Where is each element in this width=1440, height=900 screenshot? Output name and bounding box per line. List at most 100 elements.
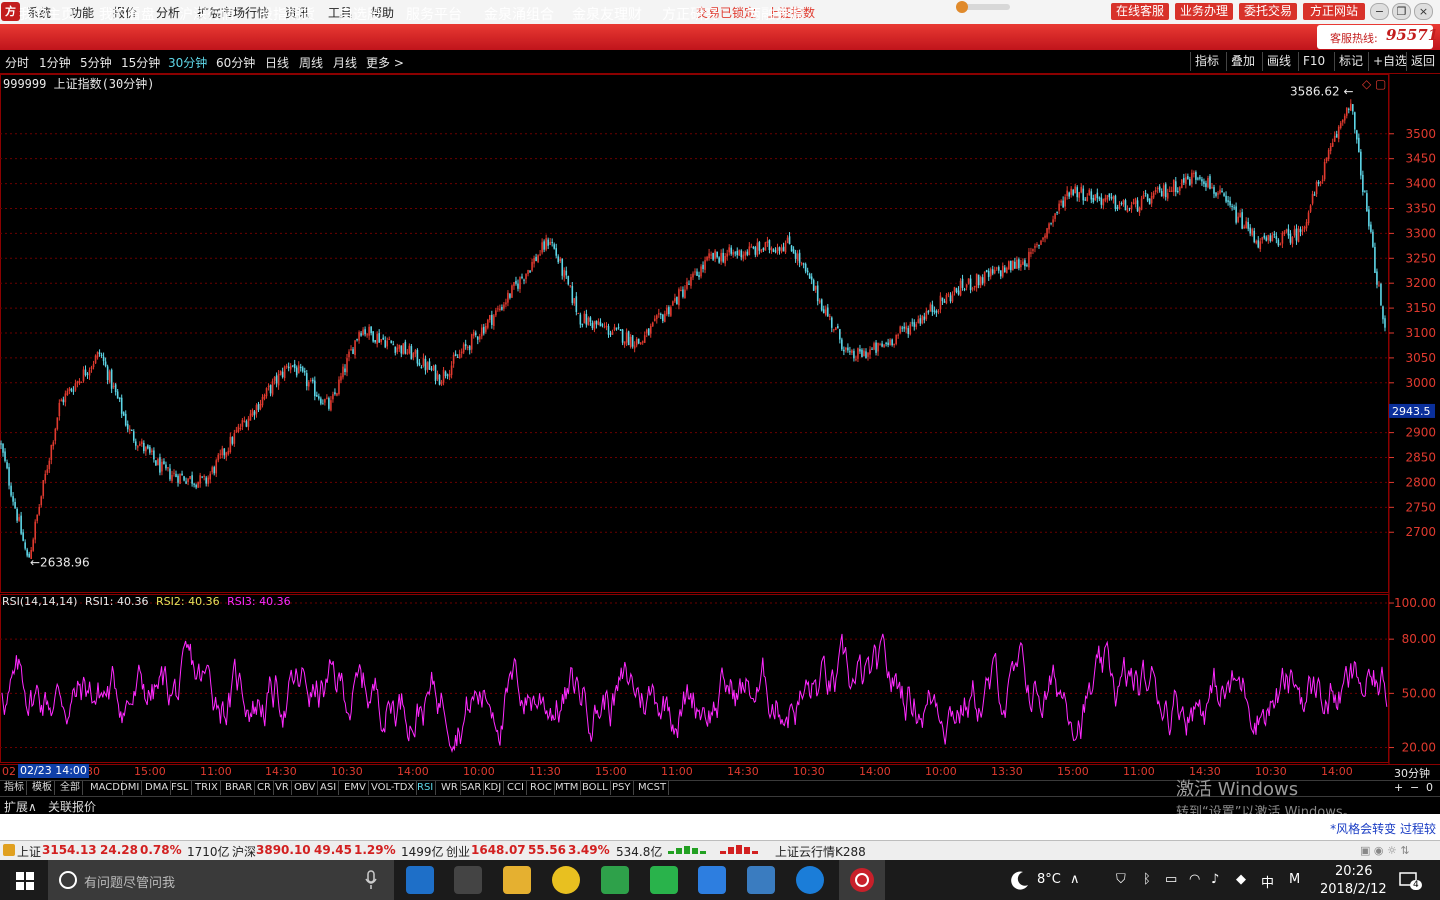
close-icon[interactable]: ×: [1414, 3, 1433, 20]
video-player-icon[interactable]: [698, 866, 726, 894]
indicator-tab-dma[interactable]: DMA: [143, 781, 172, 795]
period-timeshare[interactable]: 分时: [5, 54, 29, 71]
clock-date[interactable]: 2018/2/12: [1320, 882, 1387, 897]
indicator-tab-cr[interactable]: CR: [255, 781, 274, 795]
show-hidden-icons[interactable]: ∧: [1070, 872, 1080, 887]
battery-icon[interactable]: ▭: [1165, 872, 1177, 887]
nav-research[interactable]: 方正研究: [662, 4, 718, 24]
candle-body: [4, 451, 6, 461]
weather-temp[interactable]: 8°C: [1037, 872, 1061, 887]
indicator-tab-trix[interactable]: TRIX: [193, 781, 221, 795]
candle-body: [826, 307, 829, 317]
nav-margin[interactable]: 两融券源: [747, 4, 803, 24]
period-indicator[interactable]: 30分钟: [1394, 765, 1430, 781]
indicator-tab-wr[interactable]: WR: [439, 781, 461, 795]
indicator-tab-全部[interactable]: 全部: [58, 781, 83, 795]
bluetooth-icon[interactable]: ᛒ: [1143, 872, 1151, 887]
nav-market[interactable]: 沪深行情: [179, 4, 235, 24]
indicator-tab-vol-tdx[interactable]: VOL-TDX: [369, 781, 418, 795]
scrolling-notice[interactable]: *风格会转变 过程较: [1330, 820, 1436, 837]
indicator-tab-roc[interactable]: ROC: [528, 781, 555, 795]
trade-button[interactable]: 委托交易: [1239, 3, 1297, 20]
zoom-out-button[interactable]: −: [1410, 781, 1419, 794]
app-green-icon[interactable]: [601, 866, 629, 894]
tool-indicator[interactable]: 指标: [1190, 52, 1223, 71]
ime-mode-icon[interactable]: M: [1289, 872, 1300, 887]
shield-icon[interactable]: ⛉: [1116, 872, 1126, 887]
reset-button[interactable]: 0: [1426, 781, 1433, 794]
indicator-tab-obv[interactable]: OBV: [292, 781, 319, 795]
period-15min[interactable]: 15分钟: [121, 54, 160, 71]
app-yellow-icon[interactable]: [552, 866, 580, 894]
candlestick-chart[interactable]: 2700 2750 2800 2850 2900 3000 3050 3100 3150 3200…: [0, 74, 1440, 594]
nav-service[interactable]: 服务平台: [406, 4, 462, 24]
indicator-tab-rsi[interactable]: RSI: [415, 781, 437, 795]
period-monthly[interactable]: 月线: [333, 54, 357, 71]
indicator-tab-dmi[interactable]: DMI: [118, 781, 143, 795]
tool-overlay[interactable]: 叠加: [1226, 52, 1259, 71]
period-1min[interactable]: 1分钟: [39, 54, 71, 71]
indicator-tab-fsl[interactable]: FSL: [169, 781, 192, 795]
candle-body: [615, 328, 618, 330]
chart-marker-icon[interactable]: ◇ ▢: [1362, 77, 1386, 91]
minimize-icon[interactable]: −: [1370, 3, 1389, 20]
app-blue-icon[interactable]: [747, 866, 775, 894]
period-60min[interactable]: 60分钟: [216, 54, 255, 71]
store-icon[interactable]: [454, 866, 482, 894]
nav-finance[interactable]: 金泉友理财: [572, 4, 642, 24]
period-weekly[interactable]: 周线: [299, 54, 323, 71]
indicator-tab-cci[interactable]: CCI: [505, 781, 527, 795]
indicator-tab-指标[interactable]: 指标: [2, 781, 27, 795]
nav-watchlist[interactable]: 自选股: [339, 4, 381, 24]
indicator-tab-psy[interactable]: PSY: [610, 781, 634, 795]
menu-analysis[interactable]: 分析: [156, 4, 180, 21]
network-icon[interactable]: ◆: [1236, 872, 1246, 887]
related-quote-tab[interactable]: 关联报价: [48, 798, 96, 815]
candle-body: [1255, 240, 1258, 244]
indicator-tab-asi[interactable]: ASI: [318, 781, 340, 795]
zoom-in-button[interactable]: +: [1394, 781, 1403, 794]
iqiyi-icon[interactable]: [650, 866, 678, 894]
indicator-tab-kdj[interactable]: KDJ: [482, 781, 505, 795]
windows-start-icon[interactable]: [16, 872, 34, 890]
edge-browser-icon[interactable]: [406, 866, 434, 894]
period-more[interactable]: 更多 >: [366, 54, 404, 71]
tool-f10[interactable]: F10: [1298, 52, 1329, 71]
candle-body: [1358, 137, 1360, 153]
file-explorer-icon[interactable]: [503, 866, 531, 894]
indicator-tab-sar[interactable]: SAR: [459, 781, 485, 795]
indicator-tab-模板[interactable]: 模板: [30, 781, 55, 795]
slider-knob[interactable]: [956, 1, 968, 13]
nav-home[interactable]: 我的主页: [19, 4, 75, 24]
indicator-tab-mtm[interactable]: MTM: [553, 781, 582, 795]
indicator-tab-boll[interactable]: BOLL: [580, 781, 611, 795]
ext-toggle[interactable]: 扩展∧: [4, 798, 37, 815]
period-5min[interactable]: 5分钟: [80, 54, 112, 71]
status-tools-icon[interactable]: ▣ ◉ ☼ ⇅: [1360, 844, 1430, 857]
website-button[interactable]: 方正网站: [1303, 3, 1365, 20]
online-service-button[interactable]: 在线客服: [1111, 3, 1169, 20]
indicator-tab-emv[interactable]: EMV: [342, 781, 369, 795]
tool-back[interactable]: 返回: [1406, 52, 1439, 71]
moon-weather-icon[interactable]: [1010, 870, 1030, 890]
tool-draw[interactable]: 画线: [1262, 52, 1295, 71]
period-30min[interactable]: 30分钟: [168, 54, 207, 71]
clock-time[interactable]: 20:26: [1335, 864, 1372, 879]
nav-futures[interactable]: 股指期货: [259, 4, 315, 24]
restore-icon[interactable]: ❐: [1392, 3, 1411, 20]
nav-my-board[interactable]: 我的看盘: [99, 4, 155, 24]
ie-browser-icon[interactable]: [796, 866, 824, 894]
indicator-tab-vr[interactable]: VR: [273, 781, 292, 795]
ime-indicator[interactable]: 中: [1261, 872, 1274, 891]
indicator-tab-mcst[interactable]: MCST: [636, 781, 670, 795]
rsi-chart[interactable]: 100.00 80.00 50.00 20.00: [0, 594, 1440, 764]
period-daily[interactable]: 日线: [265, 54, 289, 71]
tool-add-watchlist[interactable]: +自选: [1368, 52, 1411, 71]
indicator-tab-brar[interactable]: BRAR: [223, 781, 256, 795]
wifi-icon[interactable]: ◠: [1189, 872, 1200, 887]
microphone-icon[interactable]: [364, 870, 378, 890]
nav-portfolio[interactable]: 金泉涌组合: [484, 4, 554, 24]
volume-icon[interactable]: ♪: [1211, 872, 1219, 887]
tool-mark[interactable]: 标记: [1334, 52, 1367, 71]
business-button[interactable]: 业务办理: [1175, 3, 1233, 20]
